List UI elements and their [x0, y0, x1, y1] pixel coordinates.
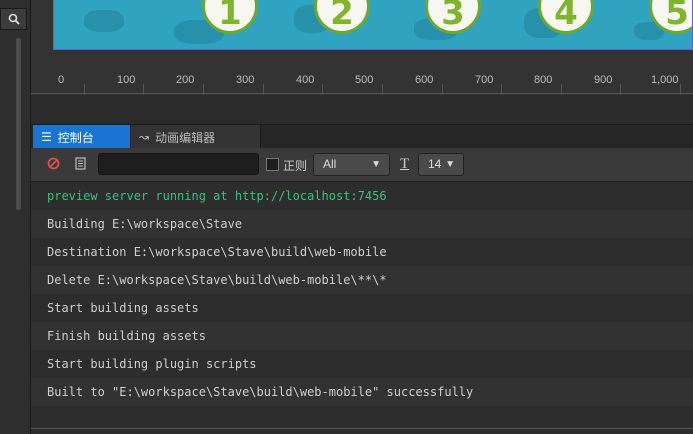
search-button[interactable]: [0, 8, 27, 30]
ruler-tick-label: 900: [594, 74, 613, 86]
ruler-tick-label: 0: [58, 74, 65, 86]
log-line: Destination E:\workspace\Stave\build\web…: [47, 245, 387, 259]
clear-icon: [47, 157, 60, 170]
clear-console-button[interactable]: [47, 157, 61, 171]
ruler-tick-label: 1,000: [651, 74, 679, 86]
ruler-tick-label: 300: [236, 74, 255, 86]
open-log-file-button[interactable]: [75, 157, 86, 173]
hierarchy-panel-strip: [0, 0, 31, 434]
tab-animation-editor[interactable]: ↝ 动画编辑器: [131, 125, 261, 149]
ruler-tick-label: 100: [117, 74, 136, 86]
console-filter-input[interactable]: [98, 153, 259, 175]
log-line: Delete E:\workspace\Stave\build\web-mobi…: [31, 266, 693, 294]
log-line: Start building assets: [47, 301, 199, 315]
search-icon: [8, 13, 20, 25]
regex-label: 正则: [283, 159, 308, 173]
font-size-select[interactable]: 14 ▼: [418, 153, 464, 176]
game-canvas[interactable]: 1 2 3 4 5: [53, 0, 693, 50]
tab-animation-editor-label: 动画编辑器: [155, 130, 216, 145]
console-log[interactable]: preview server running at http://localho…: [31, 182, 693, 434]
ruler-tick-label: 600: [415, 74, 434, 86]
scene-view[interactable]: 1 2 3 4 5 0 100 200 300 400 500 600 700 …: [31, 0, 693, 95]
animation-icon: ↝: [139, 130, 150, 144]
ruler-tick-label: 400: [296, 74, 315, 86]
regex-checkbox[interactable]: [266, 158, 279, 171]
log-line: Built to "E:\workspace\Stave\build\web-m…: [31, 378, 693, 406]
panel-scrollbar[interactable]: [16, 38, 21, 210]
document-icon: [75, 157, 86, 170]
list-icon: ☰: [41, 130, 52, 144]
ruler-tick-label: 700: [475, 74, 494, 86]
log-line: Start building plugin scripts: [47, 357, 257, 371]
log-level-select[interactable]: All ▼: [313, 153, 390, 176]
chevron-down-icon: ▼: [371, 159, 381, 170]
ruler-tick-label: 800: [534, 74, 553, 86]
panel-tab-bar: ☰ 控制台 ↝ 动画编辑器: [31, 124, 693, 149]
font-size-icon: T: [400, 156, 410, 172]
log-line: Building E:\workspace\Stave: [31, 210, 693, 238]
console-toolbar: 正则 All ▼ T 14 ▼: [31, 148, 693, 182]
log-line: preview server running at http://localho…: [47, 189, 387, 203]
chevron-down-icon: ▼: [445, 159, 455, 170]
log-line: Finish building assets: [31, 322, 693, 350]
scene-ruler: 0 100 200 300 400 500 600 700 800 900 1,…: [31, 52, 693, 95]
tab-console-label: 控制台: [57, 130, 94, 145]
tab-console[interactable]: ☰ 控制台: [33, 125, 130, 149]
ruler-tick-label: 500: [355, 74, 374, 86]
ruler-tick-label: 200: [176, 74, 195, 86]
font-size-value: 14: [428, 157, 442, 171]
log-level-value: All: [323, 157, 337, 171]
